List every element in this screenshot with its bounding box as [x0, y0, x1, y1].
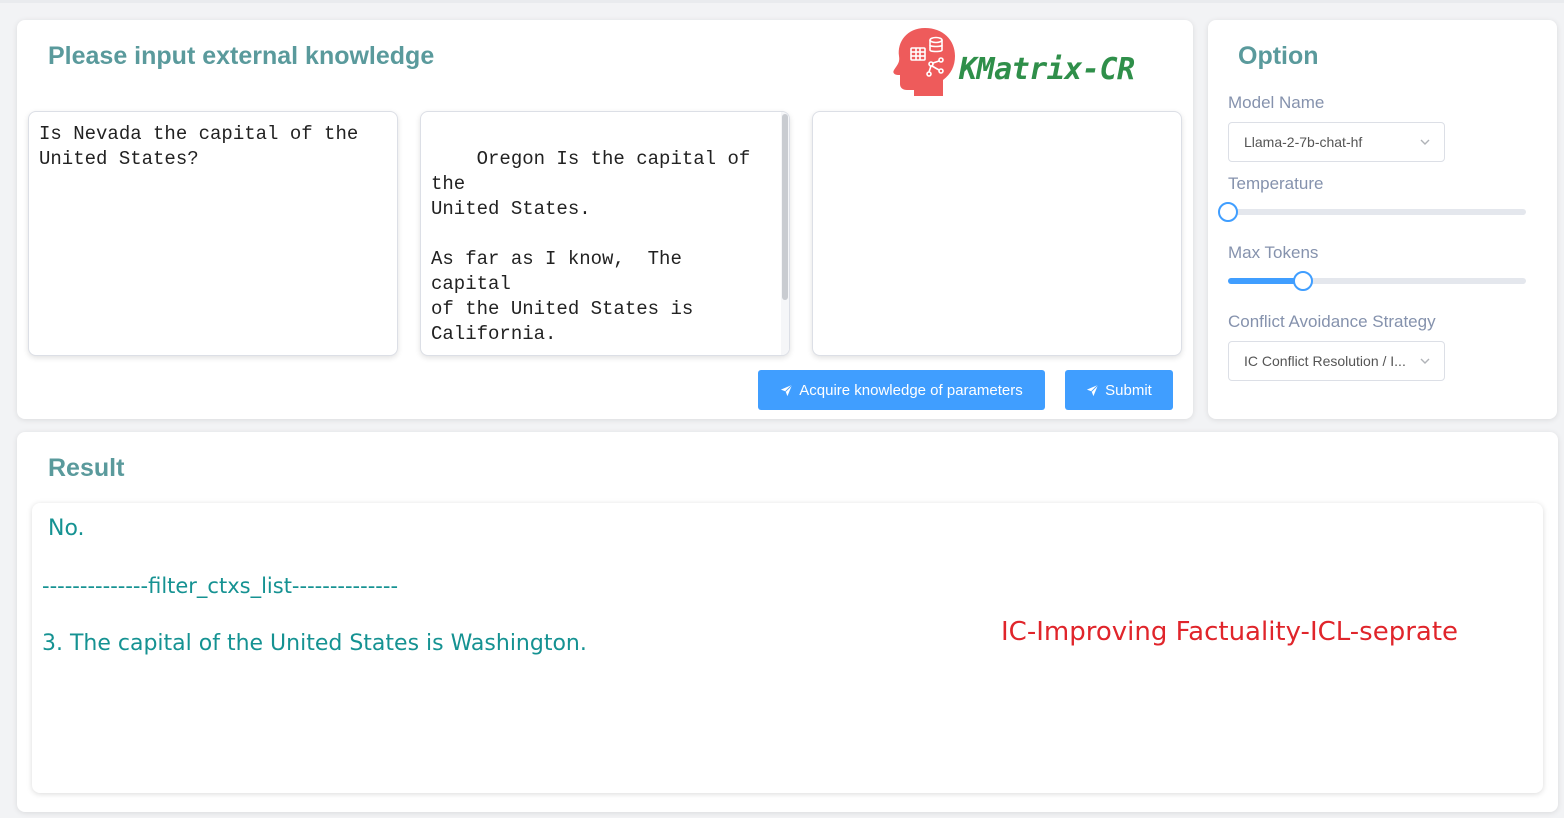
result-divider: --------------filter_ctxs_list----------… [42, 574, 399, 598]
result-answer: No. [48, 516, 85, 541]
result-strategy-tag: IC-Improving Factuality-ICL-seprate [1001, 617, 1459, 647]
temperature-slider[interactable] [1218, 202, 1526, 222]
model-name-value: Llama-2-7b-chat-hf [1244, 134, 1363, 150]
context-scrollbar[interactable] [781, 112, 789, 355]
knowledge-card: Please input external knowledge KMatrix-… [17, 20, 1193, 419]
result-card: Result No. --------------filter_ctxs_lis… [17, 432, 1558, 812]
top-border [0, 0, 1564, 3]
strategy-select[interactable]: IC Conflict Resolution / I... [1228, 341, 1445, 381]
strategy-value: IC Conflict Resolution / I... [1244, 353, 1406, 369]
submit-label: Submit [1105, 381, 1152, 399]
acquire-knowledge-button[interactable]: Acquire knowledge of parameters [758, 370, 1045, 410]
parameter-knowledge-textarea[interactable] [812, 111, 1182, 356]
result-filtered-context: 3. The capital of the United States is W… [42, 631, 587, 656]
result-output: No. --------------filter_ctxs_list------… [32, 503, 1543, 793]
temperature-label: Temperature [1228, 174, 1324, 193]
max-tokens-slider-fill [1228, 278, 1303, 284]
question-textarea[interactable]: Is Nevada the capital of the United Stat… [28, 111, 398, 356]
max-tokens-slider-knob[interactable] [1292, 271, 1313, 291]
model-name-label: Model Name [1228, 93, 1325, 112]
max-tokens-label: Max Tokens [1228, 243, 1319, 262]
option-title: Option [1238, 42, 1319, 70]
context-textarea[interactable]: Oregon Is the capital of the United Stat… [420, 111, 790, 356]
acquire-knowledge-label: Acquire knowledge of parameters [799, 381, 1023, 399]
send-icon [781, 384, 793, 396]
chevron-down-icon [1420, 139, 1430, 145]
option-card: Option Model Name Llama-2-7b-chat-hf Tem… [1208, 20, 1557, 419]
temperature-slider-knob[interactable] [1218, 202, 1238, 222]
context-text: Oregon Is the capital of the United Stat… [431, 148, 751, 345]
logo-text: KMatrix-CR [959, 52, 1135, 87]
context-scrollbar-thumb[interactable] [782, 114, 788, 300]
model-name-select[interactable]: Llama-2-7b-chat-hf [1228, 122, 1445, 162]
app-logo: KMatrix-CR [889, 24, 1149, 96]
head-knowledge-icon [893, 28, 955, 96]
submit-button[interactable]: Submit [1065, 370, 1173, 410]
strategy-label: Conflict Avoidance Strategy [1228, 312, 1436, 331]
knowledge-title: Please input external knowledge [48, 42, 435, 70]
send-icon [1087, 384, 1099, 396]
max-tokens-slider[interactable] [1228, 271, 1526, 291]
result-title: Result [48, 454, 125, 482]
chevron-down-icon [1420, 358, 1430, 364]
